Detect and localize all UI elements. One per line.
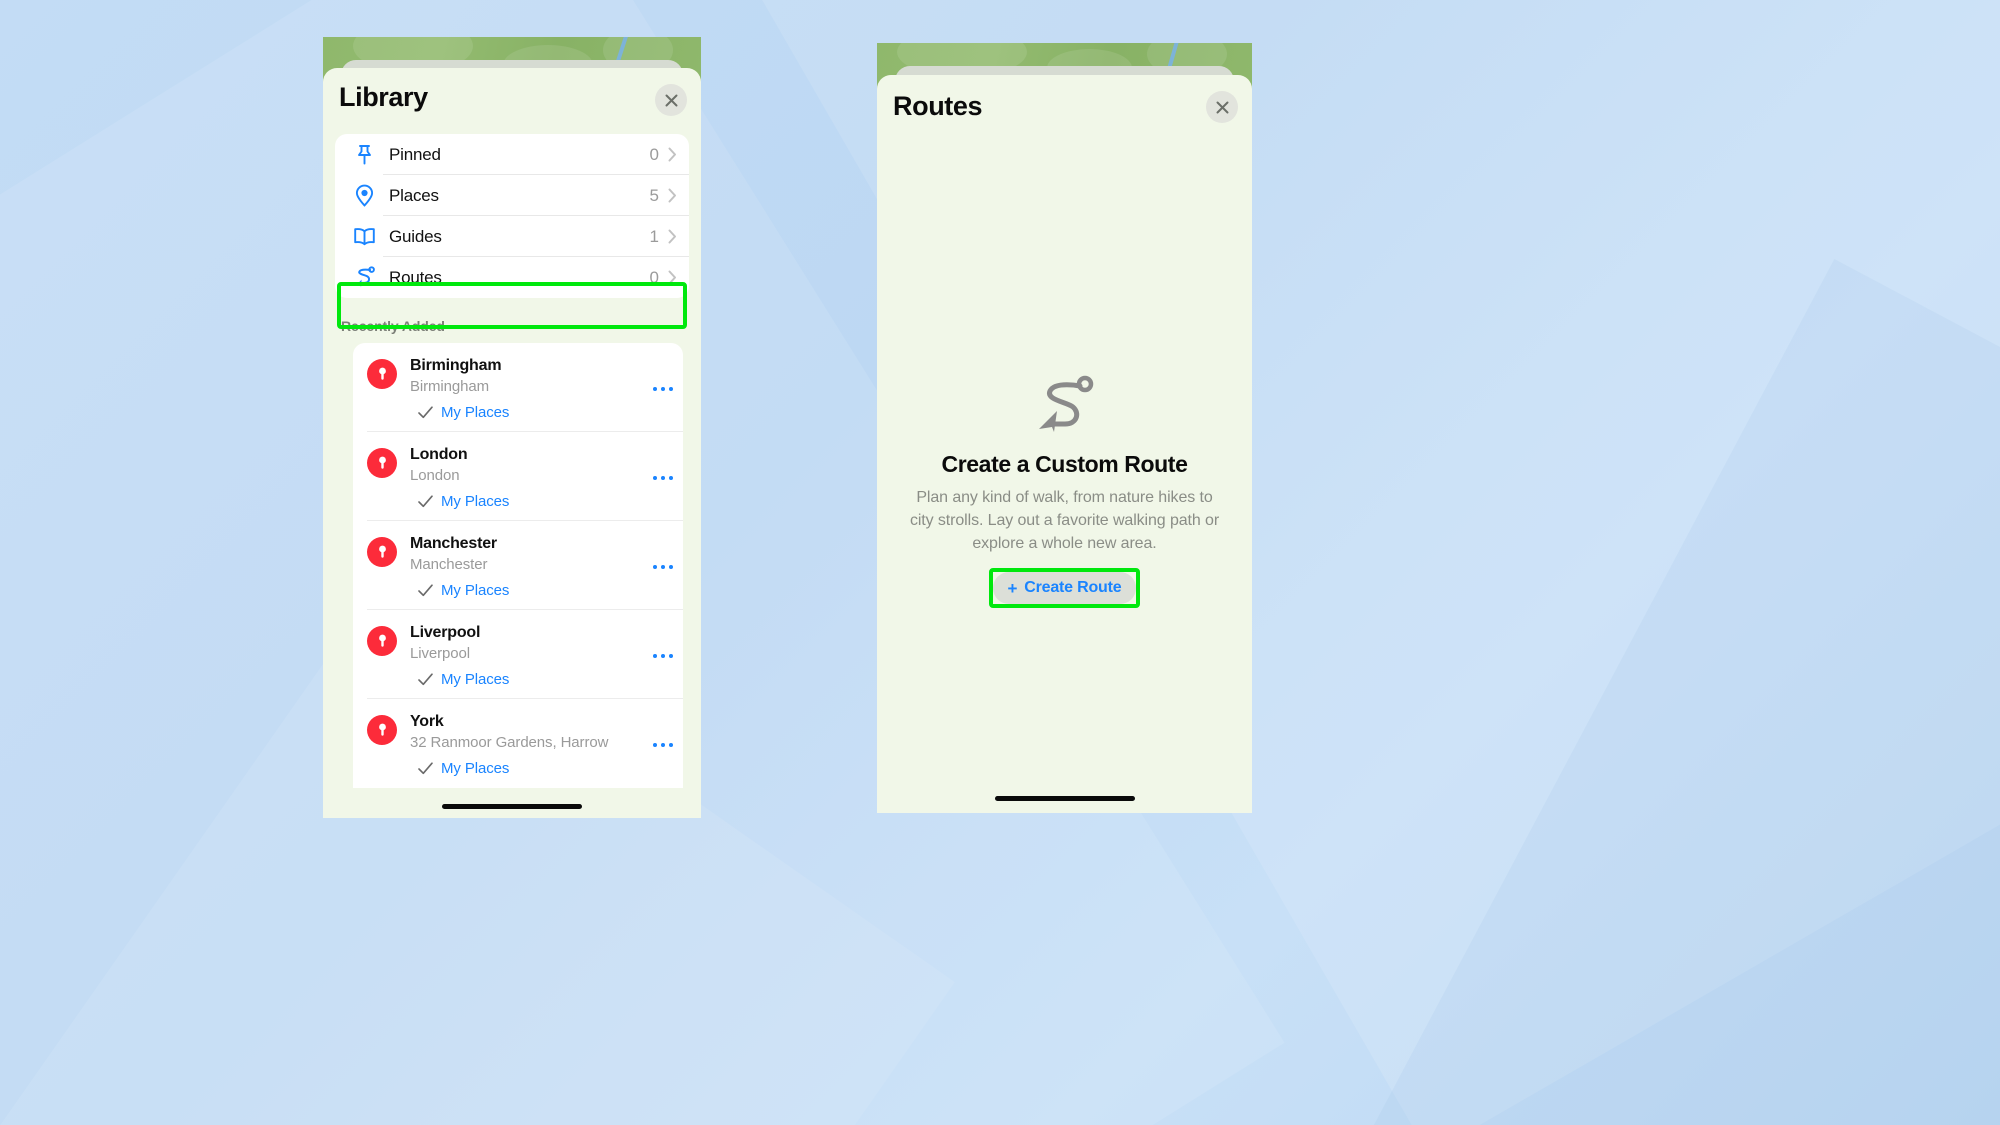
place-details: London London My Places: [410, 445, 643, 510]
routes-icon: [349, 266, 379, 289]
sidebar-item-guides[interactable]: Guides 1: [335, 216, 689, 257]
map-pin-icon: [367, 626, 397, 656]
map-pin-icon: [367, 537, 397, 567]
library-list: Pinned 0 Places 5 Guides 1 Routes 0: [335, 134, 689, 298]
more-ellipsis-icon[interactable]: [643, 623, 683, 688]
home-indicator: [442, 804, 582, 809]
check-icon: [418, 762, 433, 775]
create-route-label: Create Route: [1024, 579, 1122, 596]
map-pin-icon: [367, 715, 397, 745]
routes-icon: [1033, 375, 1097, 433]
list-item[interactable]: York 32 Ranmoor Gardens, Harrow My Place…: [353, 699, 683, 788]
place-collection-label: My Places: [441, 582, 510, 599]
chevron-right-icon: [668, 229, 676, 244]
list-item[interactable]: Liverpool Liverpool My Places: [353, 610, 683, 699]
place-collection-tag[interactable]: My Places: [418, 671, 643, 688]
page-title: Routes: [893, 91, 983, 121]
place-title: Liverpool: [410, 624, 481, 641]
place-collection-tag[interactable]: My Places: [418, 760, 643, 777]
empty-state-description: Plan any kind of walk, from nature hikes…: [909, 489, 1220, 552]
place-icon: [349, 184, 379, 207]
more-ellipsis-icon[interactable]: [643, 445, 683, 510]
check-icon: [418, 584, 433, 597]
item-count: 5: [649, 185, 659, 205]
place-subtitle: Liverpool: [410, 645, 470, 662]
library-phone-screenshot: Library Pinned 0 Places 5 Guides 1 Route…: [323, 37, 701, 818]
section-heading: Recently Added: [341, 318, 445, 334]
chevron-right-icon: [668, 270, 676, 285]
routes-header: Routes: [877, 75, 1252, 141]
place-details: York 32 Ranmoor Gardens, Harrow My Place…: [410, 712, 643, 777]
place-details: Liverpool Liverpool My Places: [410, 623, 643, 688]
check-icon: [418, 673, 433, 686]
more-ellipsis-icon[interactable]: [643, 534, 683, 599]
place-title: London: [410, 446, 468, 463]
check-icon: [418, 495, 433, 508]
page-title: Library: [339, 82, 428, 112]
item-count: 0: [649, 144, 659, 164]
chevron-right-icon: [668, 188, 676, 203]
place-collection-tag[interactable]: My Places: [418, 582, 643, 599]
check-icon: [418, 406, 433, 419]
list-item[interactable]: Manchester Manchester My Places: [353, 521, 683, 610]
place-collection-tag[interactable]: My Places: [418, 404, 643, 421]
guides-icon: [349, 227, 379, 246]
place-subtitle: Birmingham: [410, 378, 490, 395]
place-collection-label: My Places: [441, 493, 510, 510]
close-button[interactable]: [655, 84, 687, 116]
close-icon: [665, 94, 677, 106]
chevron-right-icon: [668, 147, 676, 162]
close-icon: [1216, 101, 1228, 113]
sidebar-item-label: Guides: [389, 226, 442, 246]
routes-sheet: Routes Create a Custom Route Plan any ki…: [877, 75, 1252, 813]
place-subtitle: 32 Ranmoor Gardens, Harrow: [410, 734, 609, 751]
place-collection-label: My Places: [441, 671, 510, 688]
place-collection-tag[interactable]: My Places: [418, 493, 643, 510]
create-route-button[interactable]: + Create Route: [992, 572, 1137, 604]
pin-icon: [349, 144, 379, 166]
recently-added-list: Birmingham Birmingham My Places London L…: [353, 343, 683, 788]
routes-empty-state: Create a Custom Route Plan any kind of w…: [877, 375, 1252, 608]
place-title: Birmingham: [410, 357, 502, 374]
sidebar-item-routes[interactable]: Routes 0: [335, 257, 689, 298]
sidebar-item-places[interactable]: Places 5: [335, 175, 689, 216]
place-subtitle: Manchester: [410, 556, 488, 573]
create-route-highlight-wrapper: + Create Route: [988, 568, 1141, 608]
place-title: Manchester: [410, 535, 497, 552]
place-title: York: [410, 713, 444, 730]
item-count: 1: [649, 226, 659, 246]
close-button[interactable]: [1206, 91, 1238, 123]
more-ellipsis-icon[interactable]: [643, 356, 683, 421]
sidebar-item-label: Pinned: [389, 144, 441, 164]
place-details: Manchester Manchester My Places: [410, 534, 643, 599]
library-sheet: Library Pinned 0 Places 5 Guides 1 Route…: [323, 68, 701, 818]
routes-phone-screenshot: Routes Create a Custom Route Plan any ki…: [877, 43, 1252, 813]
library-header: Library: [323, 68, 701, 134]
place-details: Birmingham Birmingham My Places: [410, 356, 643, 421]
list-item[interactable]: Birmingham Birmingham My Places: [353, 343, 683, 432]
home-indicator: [994, 796, 1135, 801]
map-pin-icon: [367, 448, 397, 478]
map-pin-icon: [367, 359, 397, 389]
place-collection-label: My Places: [441, 760, 510, 777]
more-ellipsis-icon[interactable]: [643, 712, 683, 777]
sidebar-item-label: Places: [389, 185, 439, 205]
plus-icon: +: [1007, 578, 1018, 598]
list-item[interactable]: London London My Places: [353, 432, 683, 521]
sidebar-item-label: Routes: [389, 267, 442, 287]
place-collection-label: My Places: [441, 404, 510, 421]
item-count: 0: [649, 267, 659, 287]
place-subtitle: London: [410, 467, 460, 484]
empty-state-title: Create a Custom Route: [941, 451, 1188, 477]
sidebar-item-pinned[interactable]: Pinned 0: [335, 134, 689, 175]
